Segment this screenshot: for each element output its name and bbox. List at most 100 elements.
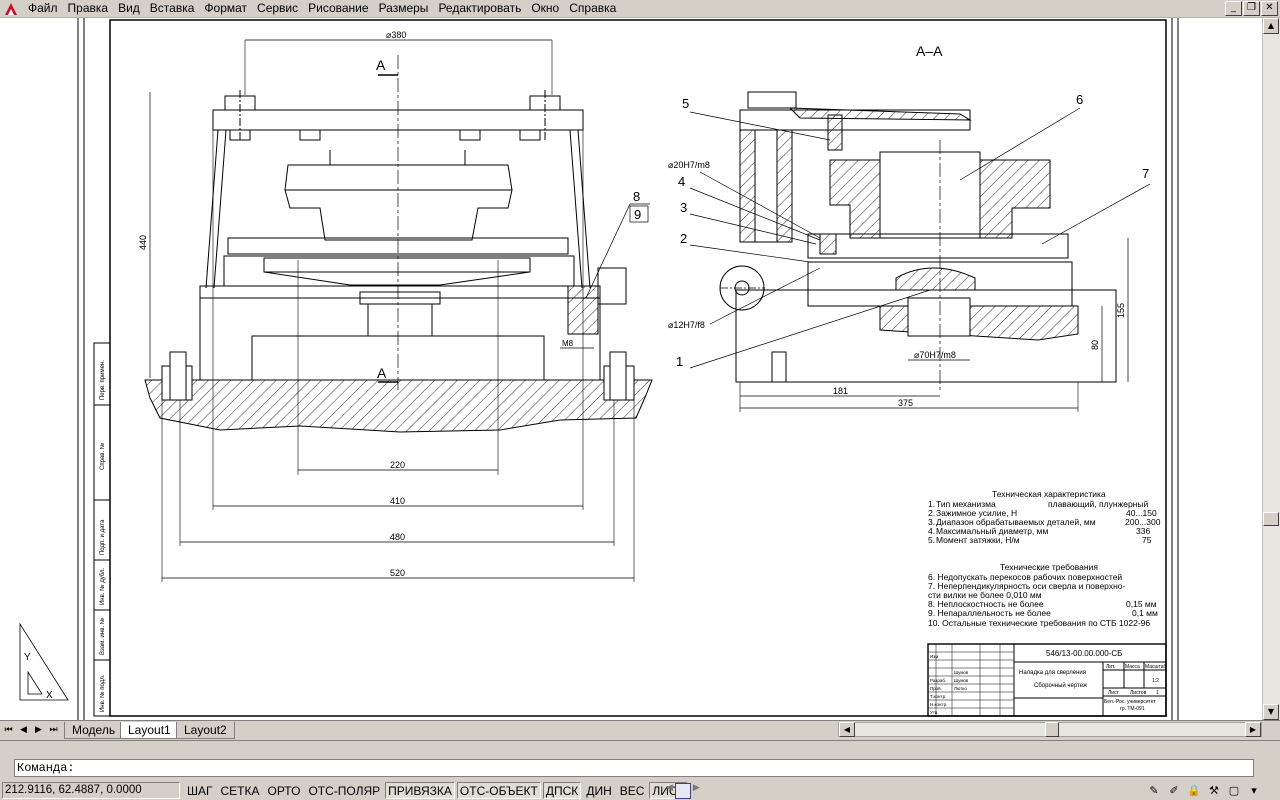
drawing-canvas[interactable]: Перв. примен. Справ. № Подп. и дата Инв.… — [0, 18, 1262, 720]
tab-model[interactable]: Модель — [64, 722, 124, 739]
scroll-thumb[interactable] — [1263, 512, 1279, 526]
fit-70: ⌀70H7/m8 — [914, 350, 956, 360]
scroll-right-icon[interactable]: ▶ — [1245, 722, 1261, 737]
dim-520: 520 — [390, 568, 405, 578]
tb-row-2: Разраб. — [930, 678, 946, 683]
dim-410: 410 — [390, 496, 405, 506]
doc-number: 546/13-00.00.000-СБ — [1046, 649, 1122, 658]
menu-item-4[interactable]: Формат — [199, 1, 252, 16]
status-menu-icon[interactable]: ▾ — [1246, 783, 1262, 799]
stamp-text-1: Перв. примен. — [100, 360, 106, 400]
vertical-scrollbar[interactable]: ▲ ▼ — [1262, 18, 1280, 720]
minimize-icon[interactable]: _ — [1225, 1, 1242, 16]
doc-name-1: Наладка для сверления — [1019, 670, 1086, 676]
dim-440: 440 — [138, 235, 148, 250]
tb-sheets: Листов — [1130, 690, 1147, 696]
toggle-ducs[interactable]: ДПСК — [542, 782, 582, 799]
annotation-scale-icon[interactable]: ✎ — [1146, 783, 1162, 799]
scroll-up-icon[interactable]: ▲ — [1263, 18, 1279, 34]
tb-name-2: Шумов — [954, 678, 969, 683]
toggle-polar[interactable]: ОТС-ПОЛЯР — [305, 782, 383, 799]
menu-item-2[interactable]: Вид — [113, 1, 145, 16]
menu-item-7[interactable]: Размеры — [374, 1, 434, 16]
status-bar: 212.9116, 62.4887, 0.0000 ШАГ СЕТКА ОРТО… — [0, 781, 1280, 800]
app-icon[interactable] — [3, 1, 19, 17]
drawing-sheet: Перв. примен. Справ. № Подп. и дата Инв.… — [19, 18, 1179, 720]
layout-next-icon[interactable]: ▶ — [693, 783, 700, 799]
hscroll-thumb[interactable] — [1045, 722, 1059, 737]
tab-layout1[interactable]: Layout1 — [120, 722, 179, 739]
leader-3: 3 — [680, 200, 687, 215]
tab-layout2[interactable]: Layout2 — [176, 722, 235, 739]
tech-req-9-value: 0,1 мм — [1132, 608, 1158, 618]
tb-mass: Масса — [1125, 664, 1140, 670]
tech-char-5-n: 5. — [928, 535, 935, 545]
section-title: А–А — [916, 43, 943, 59]
dim-375: 375 — [898, 398, 913, 408]
toggle-lwt[interactable]: ВЕС — [617, 782, 648, 799]
menu-item-8[interactable]: Редактировать — [433, 1, 526, 16]
dim-220: 220 — [390, 460, 405, 470]
title-block-text: 546/13-00.00.000-СБ Наладка для сверлени… — [930, 649, 1167, 715]
dim-480: 480 — [390, 532, 405, 542]
toggle-snap[interactable]: ШАГ — [184, 782, 216, 799]
leader-1: 1 — [676, 354, 683, 369]
tab-prev-icon[interactable]: ◀ — [17, 723, 30, 737]
toggle-otrack[interactable]: ОТС-ОБЪЕКТ — [456, 782, 541, 799]
pen-icon[interactable]: ✐ — [1166, 783, 1182, 799]
tech-req-9: 9. Непараллельность не более — [928, 608, 1051, 618]
coordinates-readout[interactable]: 212.9116, 62.4887, 0.0000 — [2, 782, 180, 799]
menu-item-1[interactable]: Правка — [63, 1, 114, 16]
fit-12: ⌀12H7/f8 — [668, 320, 705, 330]
menu-items: Файл Правка Вид Вставка Формат Сервис Рисовани… — [23, 1, 621, 16]
tech-req-10: 10. Остальные технические требования по … — [928, 618, 1150, 628]
tb-row-1: Изм — [930, 654, 938, 659]
clean-screen-icon[interactable]: ▢ — [1226, 783, 1242, 799]
command-input[interactable]: Команда: — [14, 759, 1254, 777]
toggle-dyn[interactable]: ДИН — [583, 782, 614, 799]
tech-notes: Техническая характеристика Тип механизма… — [928, 489, 1161, 628]
scroll-left-icon[interactable]: ◀ — [839, 722, 855, 737]
close-icon[interactable]: ✕ — [1261, 1, 1278, 16]
tool-icon[interactable]: ⚒ — [1206, 783, 1222, 799]
leader-6: 6 — [1076, 92, 1083, 107]
toggle-grid[interactable]: СЕТКА — [218, 782, 263, 799]
menu-item-3[interactable]: Вставка — [145, 1, 200, 16]
stamp-text-4: Инв. № дубл. — [99, 568, 106, 605]
tb-scale: Масштаб — [1145, 664, 1167, 670]
ucs-icon: X Y — [19, 622, 69, 701]
menu-item-10[interactable]: Справка — [564, 1, 621, 16]
tab-first-icon[interactable]: ⏮ — [2, 723, 15, 737]
dim-80: 80 — [1090, 340, 1100, 350]
tb-row-3: Пров. — [930, 686, 942, 691]
stamp-text-5: Взам. инв. № — [99, 618, 106, 655]
stamp-text-2: Справ. № — [99, 443, 106, 470]
tab-last-icon[interactable]: ⏭ — [47, 723, 60, 737]
menu-item-0[interactable]: Файл — [23, 1, 63, 16]
leader-7: 7 — [1142, 166, 1149, 181]
restore-icon[interactable]: ❐ — [1243, 1, 1260, 16]
menu-bar: Файл Правка Вид Вставка Формат Сервис Рисовани… — [0, 0, 1280, 18]
horizontal-scrollbar[interactable]: ◀ ▶ — [838, 722, 1262, 737]
tb-org-1: Бел.-Рос. университет — [1104, 699, 1156, 705]
stamp-text-3: Подп. и дата — [100, 519, 106, 555]
dim-m8: M8 — [562, 339, 574, 348]
menu-item-9[interactable]: Окно — [526, 1, 564, 16]
layout-nav: ◀ ▶ — [666, 783, 700, 799]
status-toggles: ШАГ СЕТКА ОРТО ОТС-ПОЛЯР ПРИВЯЗКА ОТС-ОБ… — [184, 782, 688, 799]
scroll-down-icon[interactable]: ▼ — [1263, 704, 1279, 720]
tb-row-4: Т.контр. — [930, 694, 946, 699]
menu-item-6[interactable]: Рисование — [303, 1, 373, 16]
tech-req-title: Технические требования — [1000, 562, 1098, 572]
lock-icon[interactable]: 🔒 — [1186, 783, 1202, 799]
layout-icon[interactable] — [674, 783, 691, 799]
tab-next-icon[interactable]: ▶ — [32, 723, 45, 737]
toggle-osnap[interactable]: ПРИВЯЗКА — [385, 782, 455, 799]
tech-char-title: Техническая характеристика — [992, 489, 1106, 499]
window-controls: _ ❐ ✕ — [1225, 1, 1278, 16]
leader-8: 8 — [633, 189, 640, 204]
menu-item-5[interactable]: Сервис — [252, 1, 303, 16]
toggle-ortho[interactable]: ОРТО — [265, 782, 304, 799]
fit-20: ⌀20H7/m8 — [668, 160, 710, 170]
layout-prev-icon[interactable]: ◀ — [666, 783, 673, 799]
